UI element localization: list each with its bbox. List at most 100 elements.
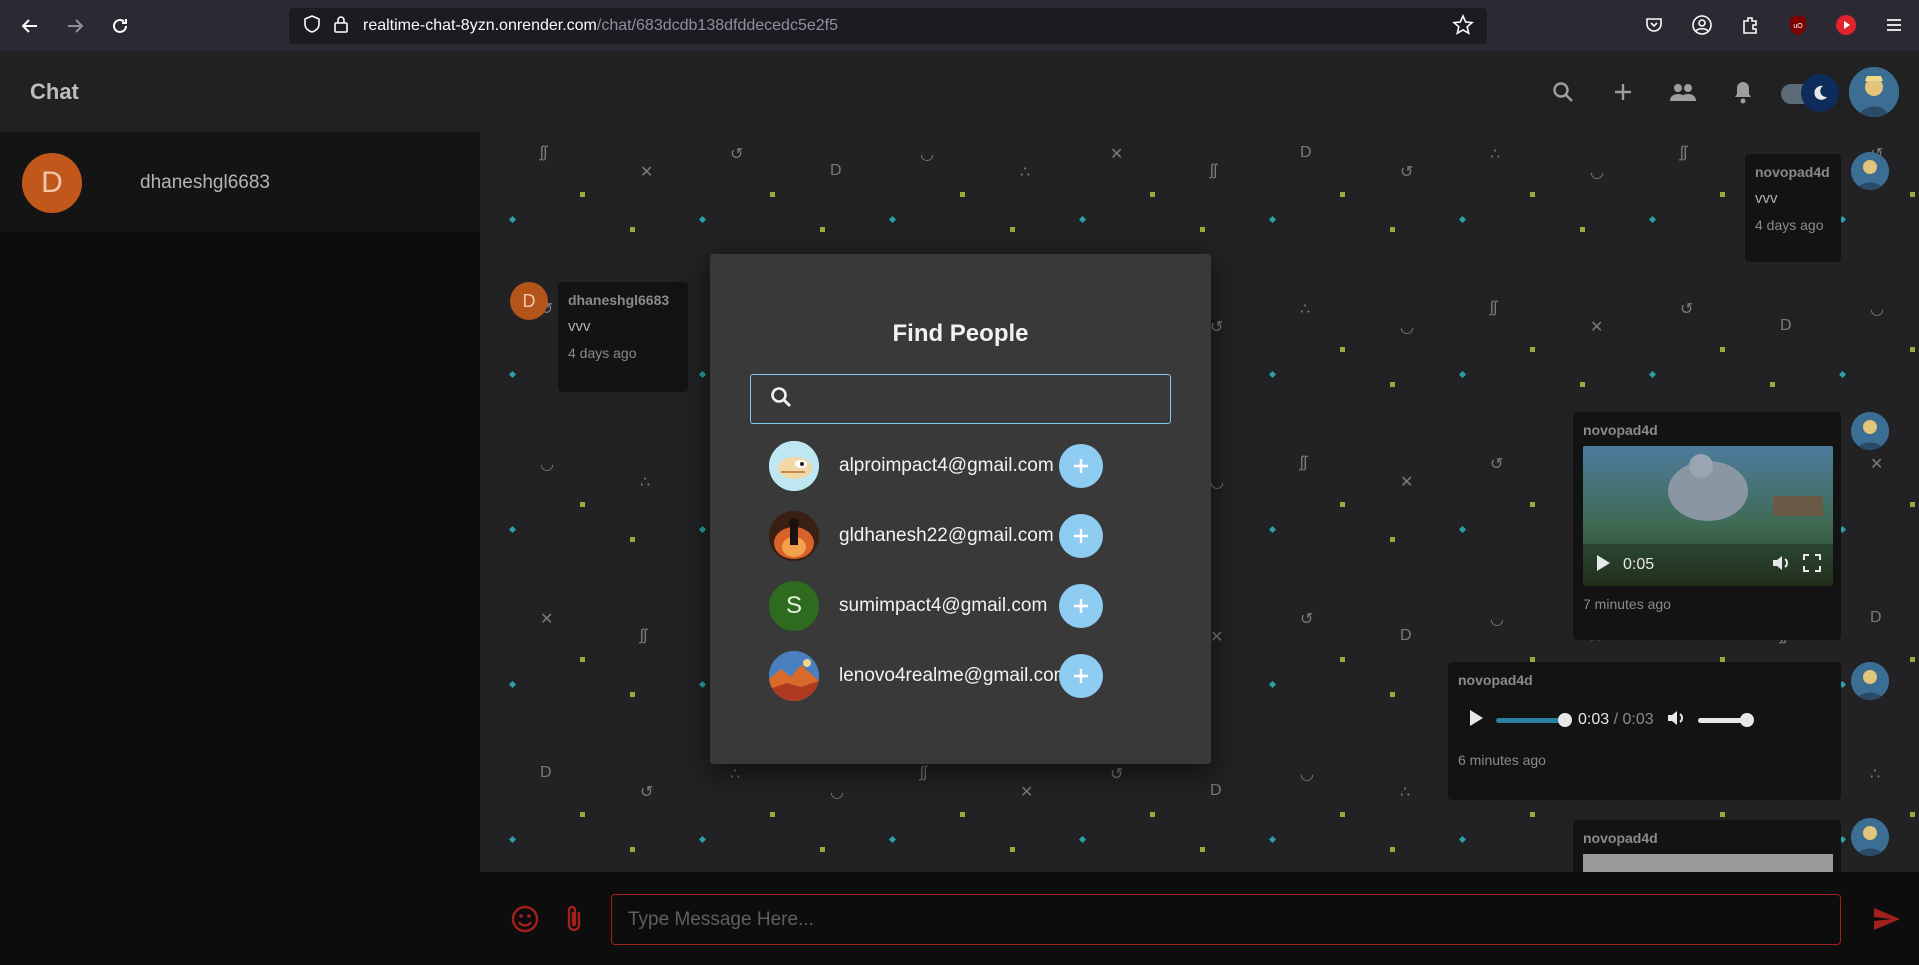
menu-icon[interactable] bbox=[1879, 10, 1909, 40]
theme-toggle[interactable] bbox=[1773, 66, 1839, 118]
background-dot bbox=[580, 502, 585, 507]
background-doodle: ✕ bbox=[1870, 456, 1884, 473]
background-dot bbox=[1720, 347, 1725, 352]
background-dot bbox=[1340, 347, 1345, 352]
youtube-extension-icon[interactable] bbox=[1831, 10, 1861, 40]
audio-player[interactable]: 0:03 / 0:03 bbox=[1458, 698, 1828, 742]
message-time: 4 days ago bbox=[1755, 217, 1824, 233]
background-dot bbox=[580, 657, 585, 662]
message-bubble: dhaneshgl6683 vvv 4 days ago bbox=[558, 282, 688, 392]
user-avatar[interactable] bbox=[1849, 67, 1899, 117]
background-doodle: ↺ bbox=[1210, 319, 1224, 336]
volume-slider[interactable] bbox=[1697, 712, 1754, 727]
background-dot bbox=[1770, 382, 1775, 387]
background-doodle: ◡ bbox=[920, 146, 934, 163]
fullscreen-icon[interactable] bbox=[1803, 553, 1821, 577]
send-icon[interactable] bbox=[1870, 902, 1904, 936]
message-text: vvv bbox=[1755, 190, 1778, 207]
list-item: gldhanesh22@gmail.com bbox=[769, 509, 1169, 563]
bell-icon[interactable] bbox=[1713, 66, 1773, 118]
sidebar-item-contact[interactable]: D dhaneshgl6683 bbox=[0, 132, 480, 232]
background-doodle: ◡ bbox=[1870, 301, 1884, 318]
background-dot bbox=[580, 192, 585, 197]
background-dot bbox=[1268, 370, 1277, 379]
search-input[interactable] bbox=[803, 388, 1170, 410]
background-doodle: ʃʃ bbox=[1680, 144, 1688, 161]
background-dot bbox=[1268, 525, 1277, 534]
background-dot bbox=[1648, 370, 1657, 379]
background-doodle: ◡ bbox=[1210, 474, 1224, 491]
background-doodle: ʃʃ bbox=[540, 144, 548, 161]
background-doodle: ʃʃ bbox=[1300, 454, 1308, 471]
audio-current-time: 0:03 bbox=[1578, 711, 1610, 728]
background-doodle: ʃʃ bbox=[1210, 162, 1218, 179]
audio-seek-slider[interactable] bbox=[1496, 712, 1572, 727]
back-icon[interactable] bbox=[15, 11, 45, 41]
background-dot bbox=[1910, 812, 1915, 817]
background-dot bbox=[1078, 835, 1087, 844]
background-dot bbox=[508, 680, 517, 689]
message-time: 6 minutes ago bbox=[1458, 752, 1546, 768]
attach-icon[interactable] bbox=[557, 902, 591, 936]
search-icon[interactable] bbox=[1533, 66, 1593, 118]
background-dot bbox=[1720, 812, 1725, 817]
background-dot bbox=[698, 215, 707, 224]
background-doodle: ◡ bbox=[1590, 164, 1604, 181]
message-sender: novopad4d bbox=[1755, 164, 1830, 180]
background-doodle: ∴ bbox=[1400, 784, 1411, 801]
background-dot bbox=[1720, 192, 1725, 197]
background-dot bbox=[1648, 215, 1657, 224]
find-people-dialog: Find People alproimpact4@gmail.com gldha… bbox=[710, 254, 1211, 764]
reload-icon[interactable] bbox=[105, 11, 135, 41]
message-bubble: novopad4d bbox=[1573, 820, 1841, 872]
background-doodle: ◡ bbox=[1300, 766, 1314, 783]
volume-icon[interactable] bbox=[1666, 709, 1686, 732]
message-avatar: D bbox=[510, 282, 548, 320]
image-attachment[interactable] bbox=[1583, 854, 1833, 872]
background-doodle: ✕ bbox=[1020, 784, 1034, 801]
background-doodle: ◡ bbox=[830, 784, 844, 801]
ublock-icon[interactable]: uO bbox=[1783, 10, 1813, 40]
address-bar[interactable]: realtime-chat-8yzn.onrender.com/chat/683… bbox=[289, 8, 1487, 44]
background-doodle: ✕ bbox=[1400, 474, 1414, 491]
emoji-icon[interactable] bbox=[508, 902, 542, 936]
background-dot bbox=[1390, 847, 1395, 852]
browser-toolbar: realtime-chat-8yzn.onrender.com/chat/683… bbox=[0, 0, 1919, 51]
message-input[interactable] bbox=[611, 894, 1841, 945]
add-person-button[interactable] bbox=[1059, 514, 1103, 558]
extensions-icon[interactable] bbox=[1735, 10, 1765, 40]
play-icon[interactable] bbox=[1595, 554, 1611, 577]
background-dot bbox=[888, 215, 897, 224]
add-person-button[interactable] bbox=[1059, 444, 1103, 488]
background-dot bbox=[1010, 847, 1015, 852]
background-doodle: ◡ bbox=[540, 456, 554, 473]
background-dot bbox=[1458, 370, 1467, 379]
search-field[interactable] bbox=[750, 374, 1171, 424]
background-dot bbox=[508, 370, 517, 379]
add-person-button[interactable] bbox=[1059, 654, 1103, 698]
people-icon[interactable] bbox=[1653, 66, 1713, 118]
landscape-icon bbox=[769, 651, 819, 701]
background-dot bbox=[1340, 192, 1345, 197]
background-dot bbox=[1268, 835, 1277, 844]
message-sender: novopad4d bbox=[1458, 672, 1533, 688]
pocket-icon[interactable] bbox=[1639, 10, 1669, 40]
video-player[interactable]: 0:05 bbox=[1583, 446, 1833, 586]
bookmark-star-icon[interactable] bbox=[1452, 14, 1474, 41]
forward-icon[interactable] bbox=[60, 11, 90, 41]
background-dot bbox=[1390, 382, 1395, 387]
background-dot bbox=[1200, 847, 1205, 852]
background-doodle: D bbox=[1300, 144, 1312, 161]
background-doodle: ↺ bbox=[1400, 164, 1414, 181]
background-doodle: ✕ bbox=[540, 611, 554, 628]
play-icon[interactable] bbox=[1468, 709, 1484, 732]
add-icon[interactable] bbox=[1593, 66, 1653, 118]
add-person-button[interactable] bbox=[1059, 584, 1103, 628]
message-bubble: novopad4d vvv 4 days ago bbox=[1745, 154, 1841, 262]
volume-icon[interactable] bbox=[1771, 554, 1791, 577]
background-doodle: D bbox=[540, 764, 552, 781]
account-icon[interactable] bbox=[1687, 10, 1717, 40]
background-doodle: ✕ bbox=[1590, 319, 1604, 336]
background-dot bbox=[820, 227, 825, 232]
background-dot bbox=[698, 835, 707, 844]
